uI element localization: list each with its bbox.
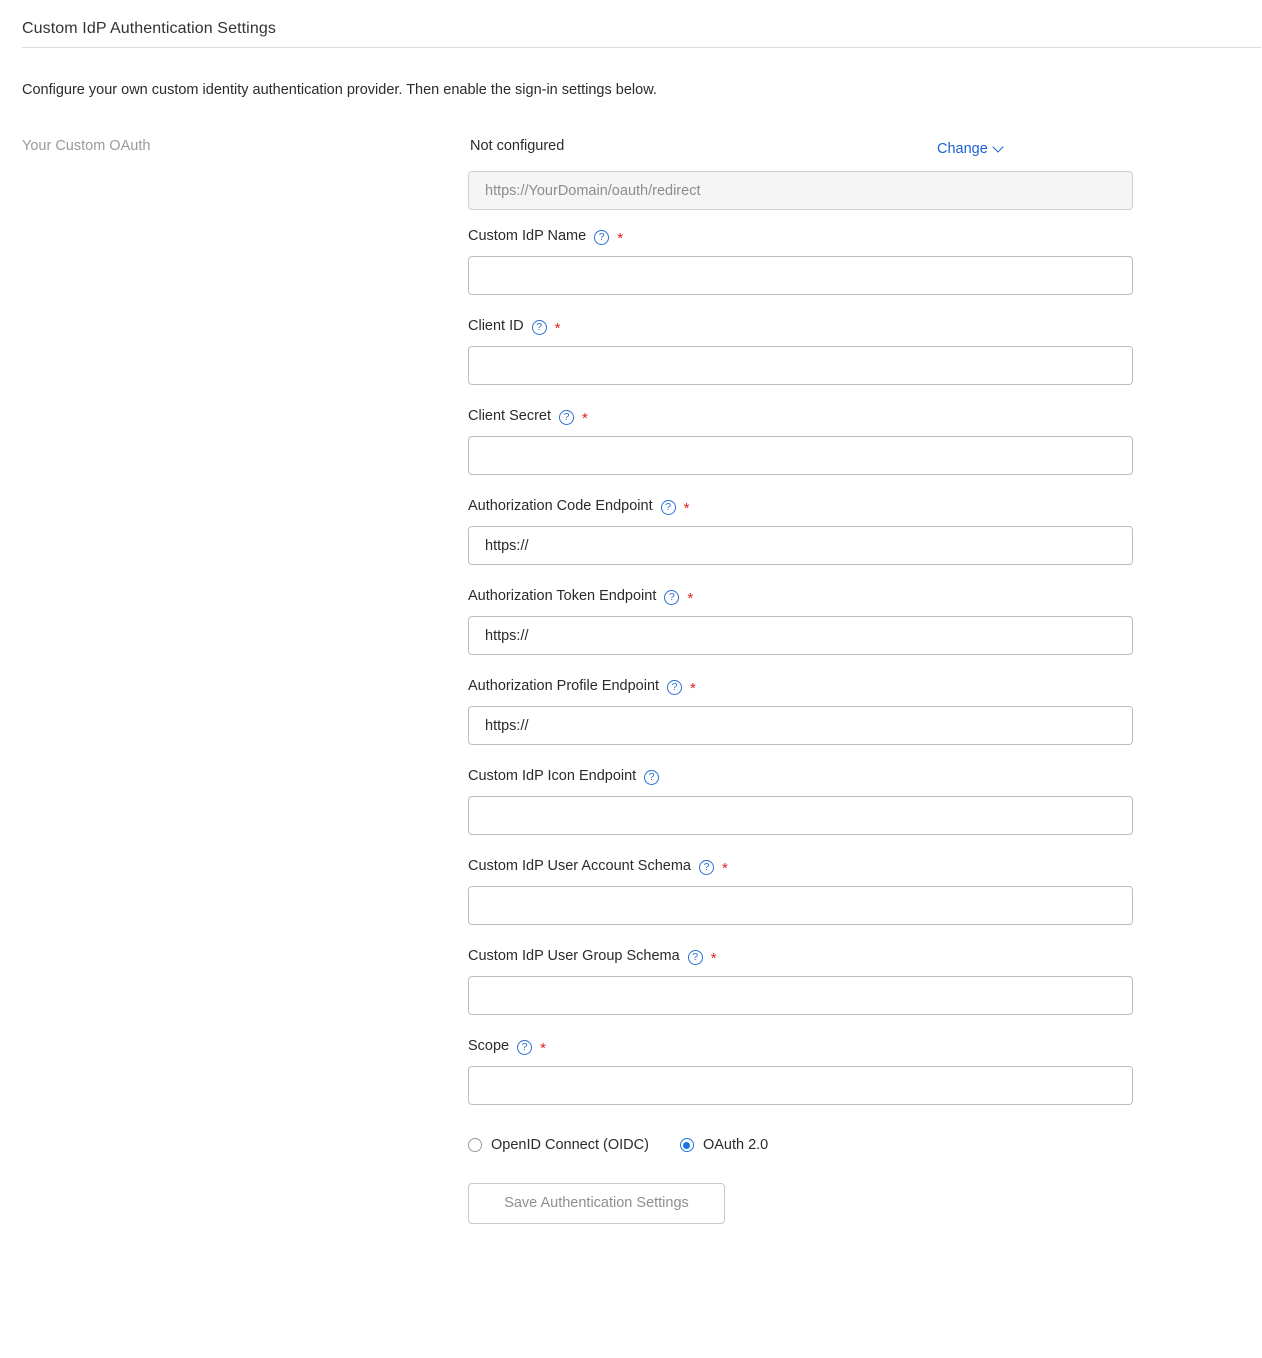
field-label-text: Client Secret (468, 408, 552, 424)
field-label-scope: Scope? * (468, 1036, 1134, 1056)
field-label-authorization-token-endpoint: Authorization Token Endpoint? * (468, 586, 1134, 606)
required-marker: * (690, 680, 696, 697)
radio-option-oauth2[interactable]: OAuth 2.0 (679, 1135, 769, 1155)
field-label-text: Client ID (468, 318, 524, 334)
form-group-scope: Scope? * (468, 1036, 1134, 1105)
field-label-text: Custom IdP User Account Schema (468, 858, 691, 874)
radio-label-oidc: OpenID Connect (OIDC) (491, 1137, 649, 1153)
field-label-authorization-code-endpoint: Authorization Code Endpoint? * (468, 496, 1134, 516)
chevron-down-icon (994, 143, 1003, 152)
help-icon[interactable]: ? (517, 1039, 533, 1055)
required-marker: * (710, 950, 717, 967)
form-group-authorization-token-endpoint: Authorization Token Endpoint? * (468, 586, 1134, 655)
title-divider (22, 47, 1261, 48)
custom-idp-settings-page: Custom IdP Authentication Settings Confi… (0, 0, 1262, 1358)
fields-container: Custom IdP Name? * Client ID? * Client Secre… (468, 226, 1134, 1105)
required-marker: * (683, 500, 690, 517)
input-authorization-profile-endpoint[interactable] (468, 706, 1133, 745)
help-icon[interactable]: ? (664, 589, 680, 605)
configuration-status-row: Not configured Change (468, 136, 1134, 164)
form-group-authorization-profile-endpoint: Authorization Profile Endpoint? * (468, 676, 1134, 745)
configuration-status-text: Not configured (470, 138, 565, 154)
help-icon[interactable]: ? (698, 859, 714, 875)
field-label-authorization-profile-endpoint: Authorization Profile Endpoint? * (468, 676, 1134, 696)
form-group-client-secret: Client Secret? * (468, 406, 1134, 475)
input-custom-idp-icon-endpoint[interactable] (468, 796, 1133, 835)
input-custom-idp-name[interactable] (468, 256, 1133, 295)
input-scope[interactable] (468, 1066, 1133, 1105)
required-marker: * (582, 410, 588, 427)
field-label-client-secret: Client Secret? * (468, 406, 1134, 426)
custom-oauth-form: Not configured Change Custom IdP Name?*C… (468, 136, 1134, 1224)
help-icon[interactable]: ? (660, 499, 676, 515)
required-marker: * (617, 230, 624, 247)
field-label-text: Authorization Token Endpoint (468, 588, 657, 604)
required-marker: * (540, 1040, 546, 1057)
field-label-text: Authorization Profile Endpoint (468, 678, 660, 694)
input-custom-idp-user-group-schema[interactable] (468, 976, 1133, 1015)
input-custom-idp-user-account-schema[interactable] (468, 886, 1133, 925)
redirect-uri-field[interactable] (468, 171, 1133, 210)
radio-option-oidc[interactable]: OpenID Connect (OIDC) (468, 1135, 649, 1155)
page-title: Custom IdP Authentication Settings (22, 20, 276, 37)
help-icon[interactable]: ? (644, 769, 660, 785)
input-authorization-token-endpoint[interactable] (468, 616, 1133, 655)
radio-label-oauth2: OAuth 2.0 (702, 1137, 769, 1153)
field-label-text: Authorization Code Endpoint (468, 498, 653, 514)
help-icon[interactable]: ? (531, 319, 547, 335)
field-label-custom-idp-user-group-schema: Custom IdP User Group Schema? * (468, 946, 1134, 966)
field-label-text: Custom IdP Name (468, 228, 587, 244)
field-label-client-id: Client ID? * (468, 316, 1134, 336)
form-group-authorization-code-endpoint: Authorization Code Endpoint? * (468, 496, 1134, 565)
form-group-custom-idp-user-account-schema: Custom IdP User Account Schema? * (468, 856, 1134, 925)
help-icon[interactable]: ? (594, 229, 610, 245)
save-authentication-settings-button[interactable]: Save Authentication Settings (468, 1183, 725, 1224)
help-icon[interactable]: ? (687, 949, 703, 965)
form-group-custom-idp-name: Custom IdP Name? * (468, 226, 1134, 295)
help-icon[interactable]: ? (667, 679, 683, 695)
section-label-your-custom-oauth: Your Custom OAuth (22, 138, 151, 154)
radio-indicator-oauth2[interactable] (679, 1138, 694, 1152)
radio-indicator-oidc[interactable] (468, 1138, 482, 1152)
field-label-custom-idp-user-account-schema: Custom IdP User Account Schema? * (468, 856, 1134, 876)
required-marker: * (554, 320, 561, 337)
input-client-secret[interactable] (468, 436, 1133, 475)
input-authorization-code-endpoint[interactable] (468, 526, 1133, 565)
form-group-custom-idp-icon-endpoint: Custom IdP Icon Endpoint? (468, 766, 1134, 835)
required-marker: * (687, 590, 694, 607)
protocol-radio-group: OpenID Connect (OIDC) OAuth 2.0 (468, 1135, 1134, 1155)
change-link[interactable]: Change (937, 139, 1003, 159)
input-client-id[interactable] (468, 346, 1133, 385)
field-label-custom-idp-icon-endpoint: Custom IdP Icon Endpoint? (468, 766, 1134, 786)
field-label-text: Custom IdP Icon Endpoint (468, 768, 637, 784)
required-marker: * (721, 860, 728, 877)
page-description: Configure your own custom identity authe… (22, 82, 657, 98)
field-label-text: Custom IdP User Group Schema (468, 948, 680, 964)
change-link-label: Change (937, 141, 988, 157)
form-group-client-id: Client ID? * (468, 316, 1134, 385)
field-label-text: Scope (468, 1038, 510, 1054)
form-group-custom-idp-user-group-schema: Custom IdP User Group Schema? * (468, 946, 1134, 1015)
help-icon[interactable]: ? (559, 409, 575, 425)
field-label-custom-idp-name: Custom IdP Name? * (468, 226, 1134, 246)
